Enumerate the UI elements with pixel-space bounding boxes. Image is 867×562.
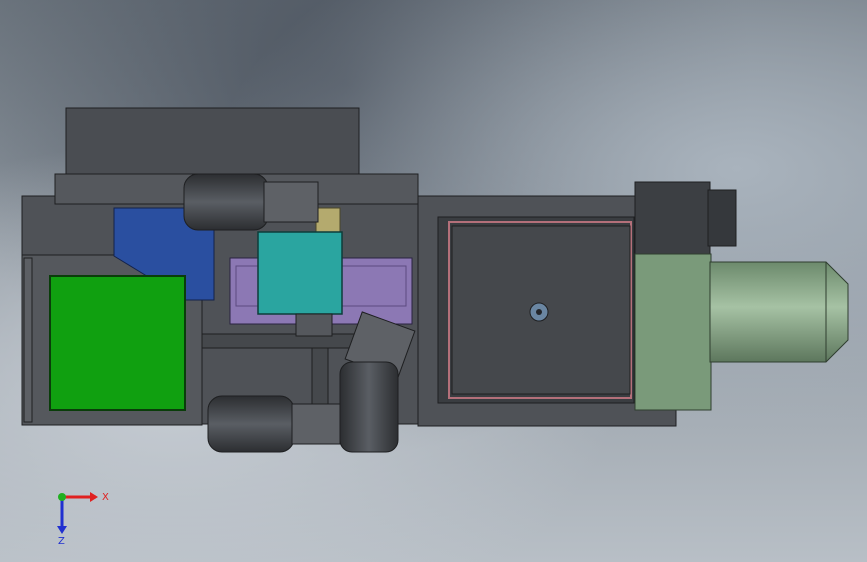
motor-bottom <box>207 395 295 453</box>
z-axis-head <box>57 526 67 534</box>
green-panel <box>49 275 186 411</box>
cad-model-view[interactable]: X Z <box>0 0 867 562</box>
x-axis-head <box>90 492 98 502</box>
motor-bottom-gear <box>291 403 341 445</box>
coupler <box>295 313 333 337</box>
end-block <box>634 181 711 257</box>
teal-gearbox <box>257 231 343 315</box>
motor-top-gear <box>263 181 319 223</box>
y-axis-dot <box>58 493 66 501</box>
tan-block <box>315 207 341 233</box>
x-axis-label: X <box>102 492 109 503</box>
left-rail-bar <box>23 257 33 423</box>
z-axis-label: Z <box>58 536 65 547</box>
cad-viewport[interactable]: X Z <box>0 0 867 562</box>
axis-triad: X Z <box>57 492 109 547</box>
green-cylinder <box>709 261 849 363</box>
end-block-stub <box>707 189 737 247</box>
motor-top <box>183 173 269 231</box>
motor-vertical <box>339 361 399 453</box>
green-housing <box>634 253 712 411</box>
vertical-shaft <box>311 347 329 405</box>
tray-bolt-center <box>536 309 542 315</box>
